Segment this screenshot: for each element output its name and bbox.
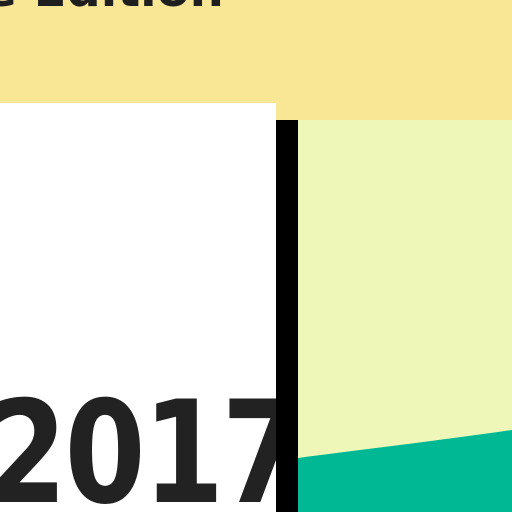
banner-title: ge Edition [0, 0, 512, 20]
header-banner: ge Edition [0, 0, 512, 120]
page-canvas: ge Edition 2017 [0, 0, 512, 512]
wave-graphic [298, 430, 512, 512]
banner-title-text: ge Edition [0, 0, 224, 20]
year-card: 2017 [0, 103, 276, 512]
vertical-divider [276, 120, 298, 512]
decorative-graphic-panel [298, 120, 512, 512]
green-wave-shape [298, 430, 512, 512]
year-label: 2017 [0, 371, 276, 512]
